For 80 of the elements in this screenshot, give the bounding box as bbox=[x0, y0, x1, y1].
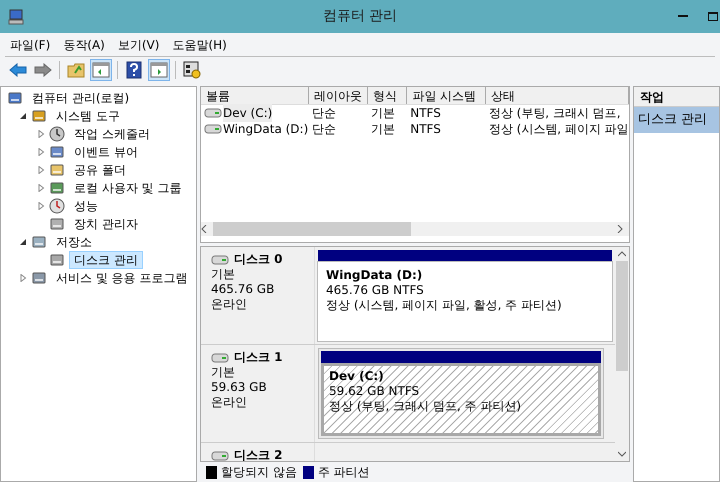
gauge-icon bbox=[49, 198, 65, 214]
action-item[interactable]: 디스크 관리 bbox=[634, 107, 719, 133]
tree-item[interactable]: 디스크 관리 bbox=[69, 251, 143, 269]
partition-name: Dev (C:) bbox=[329, 369, 385, 384]
tree-item[interactable]: 이벤트 뷰어 bbox=[69, 143, 143, 161]
menu-item[interactable]: 파일(F) bbox=[5, 36, 56, 54]
disk-name: 디스크 1 bbox=[234, 350, 283, 365]
table-cell-text: 단순 bbox=[312, 121, 336, 138]
disk-name: 디스크 2 bbox=[234, 448, 283, 461]
collapsed-arrow-icon[interactable] bbox=[37, 166, 45, 174]
column-header[interactable]: 형식 bbox=[368, 87, 408, 104]
partition-size: 465.76 GB NTFS bbox=[326, 283, 425, 298]
back-arrow-icon bbox=[9, 63, 27, 77]
disk-type: 기본 bbox=[211, 365, 236, 380]
table-cell-text: 기본 bbox=[370, 105, 395, 122]
collapsed-arrow-icon[interactable] bbox=[19, 274, 27, 282]
table-cell-text: 정상 (부팅, 크래시 덤프, bbox=[488, 105, 621, 122]
actions-header: 작업 bbox=[634, 87, 719, 107]
partition-status: 정상 (부팅, 크래시 덤프, 주 파티션) bbox=[329, 399, 522, 414]
partition-name: WingData (D:) bbox=[326, 268, 424, 283]
collapsed-arrow-icon[interactable] bbox=[37, 184, 45, 192]
scroll-right-icon[interactable] bbox=[617, 225, 623, 233]
tree-item[interactable]: 저장소 bbox=[51, 233, 97, 251]
folder-icon bbox=[67, 62, 85, 78]
partition-block[interactable]: Dev (C:) 59.62 GB NTFS 정상 (부팅, 크래시 덤프, 주 파티션) bbox=[318, 348, 604, 439]
scroll-down-icon[interactable] bbox=[618, 451, 626, 457]
legend-label: 주 파티션 bbox=[318, 464, 370, 481]
drive-icon bbox=[204, 108, 222, 118]
tree-item[interactable]: 시스템 도구 bbox=[51, 107, 125, 125]
drive-icon bbox=[211, 450, 229, 460]
panel-right-icon bbox=[150, 62, 168, 78]
forward-arrow-icon bbox=[34, 63, 52, 77]
table-cell-text: NTFS bbox=[410, 105, 441, 122]
clock-icon bbox=[49, 126, 65, 142]
collapsed-arrow-icon[interactable] bbox=[37, 130, 45, 138]
column-header[interactable]: 레이아웃 bbox=[308, 87, 368, 104]
toolbar-button[interactable] bbox=[181, 59, 203, 81]
expanded-arrow-icon[interactable] bbox=[19, 238, 27, 246]
drive-icon bbox=[211, 254, 229, 264]
column-header[interactable]: 상태 bbox=[486, 87, 629, 104]
panel-left-icon bbox=[92, 62, 110, 78]
expanded-arrow-icon[interactable] bbox=[19, 112, 27, 120]
drive-icon bbox=[211, 352, 229, 362]
table-cell[interactable]: Dev (C:) bbox=[223, 104, 272, 122]
disk-name: 디스크 0 bbox=[234, 252, 283, 267]
legend-label: 할당되지 않음 bbox=[221, 464, 297, 481]
tree-item[interactable]: 로컬 사용자 및 그룹 bbox=[69, 179, 186, 197]
collapsed-arrow-icon[interactable] bbox=[37, 148, 45, 156]
collapsed-arrow-icon[interactable] bbox=[37, 202, 45, 210]
tree-item[interactable]: 성능 bbox=[69, 197, 103, 215]
horizontal-scrollbar[interactable] bbox=[201, 222, 629, 236]
disk-status: 온라인 bbox=[211, 395, 248, 410]
window-title: 컴퓨터 관리 bbox=[322, 7, 398, 26]
menu-item[interactable]: 동작(A) bbox=[58, 36, 110, 54]
menu-item[interactable]: 보기(V) bbox=[112, 36, 164, 54]
table-cell-text: 단순 bbox=[312, 105, 336, 122]
disk-size: 465.76 GB bbox=[211, 282, 276, 297]
disk-status: 온라인 bbox=[211, 297, 248, 312]
scroll-up-icon[interactable] bbox=[618, 251, 626, 257]
help-icon bbox=[126, 61, 142, 79]
tree-item[interactable]: 서비스 및 응용 프로그램 bbox=[51, 269, 192, 287]
table-cell-text: 정상 (시스템, 페이지 파일 bbox=[488, 121, 629, 138]
tree-item[interactable]: 공유 폴더 bbox=[69, 161, 131, 179]
table-cell-text: 기본 bbox=[370, 121, 395, 138]
maximize-icon[interactable] bbox=[708, 12, 718, 21]
column-header[interactable]: 파일 시스템 bbox=[407, 87, 486, 104]
partition-status: 정상 (시스템, 페이지 파일, 활성, 주 파티션) bbox=[326, 298, 563, 313]
minimize-icon[interactable] bbox=[678, 15, 688, 18]
tree-item[interactable]: 컴퓨터 관리(로컬) bbox=[27, 89, 134, 107]
table-cell[interactable]: WingData (D:) bbox=[223, 120, 308, 138]
column-header[interactable]: 볼륨 bbox=[201, 87, 309, 104]
partition-size: 59.62 GB NTFS bbox=[329, 384, 420, 399]
table-cell-text: NTFS bbox=[410, 121, 441, 138]
properties-icon bbox=[183, 61, 201, 79]
disk-size: 59.63 GB bbox=[211, 380, 268, 395]
menu-item[interactable]: 도움말(H) bbox=[167, 36, 232, 54]
tree-item[interactable]: 작업 스케줄러 bbox=[69, 125, 155, 143]
disk-type: 기본 bbox=[211, 267, 236, 282]
drive-icon bbox=[204, 124, 222, 134]
tree-item[interactable]: 장치 관리자 bbox=[69, 215, 143, 233]
